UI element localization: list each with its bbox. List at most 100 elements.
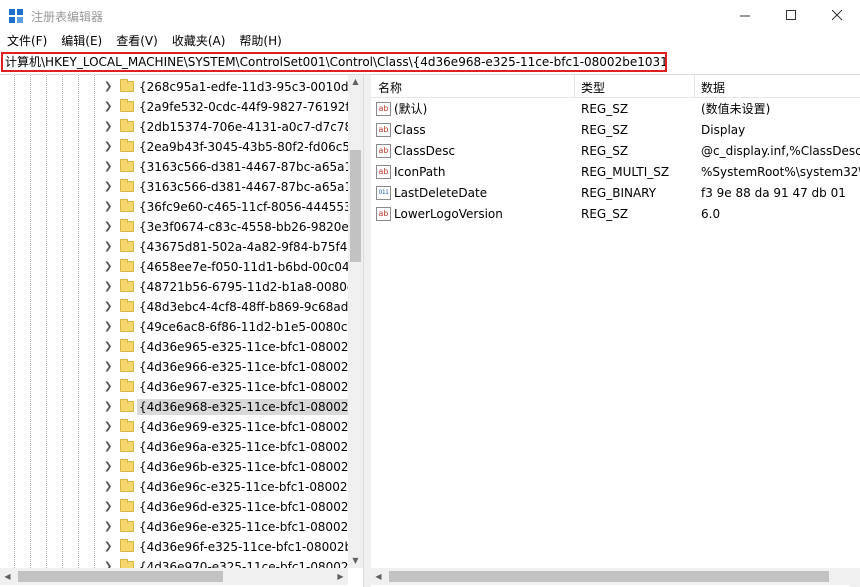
tree-item[interactable]: ❯ {4d36e96f-e325-11ce-bfc1-08002be10318} [0,537,348,557]
menu-file[interactable]: 文件(F) [0,31,54,52]
tree-item-label: {43675d81-502a-4a82-9f84-b75f418c5dea} [139,240,348,254]
tree-item[interactable]: ❯ {4d36e965-e325-11ce-bfc1-08002be10318} [0,337,348,357]
tree-item[interactable]: ❯ {4d36e96e-e325-11ce-bfc1-08002be10318} [0,517,348,537]
expand-arrow-icon[interactable]: ❯ [104,221,114,233]
tree-horizontal-scrollbar[interactable]: ◀ ▶ [0,568,348,585]
expand-arrow-icon[interactable]: ❯ [104,321,114,333]
scroll-down-arrow-icon[interactable]: ▼ [348,554,363,568]
value-row[interactable]: 011 LastDeleteDate REG_BINARY f3 9e 88 da 9… [371,183,860,204]
expand-arrow-icon[interactable]: ❯ [104,281,114,293]
tree-item-label: {4d36e968-e325-11ce-bfc1-08002be10318} [137,399,348,415]
folder-icon [120,139,134,152]
expand-arrow-icon[interactable]: ❯ [104,141,114,153]
column-type-header[interactable]: 类型 [581,79,605,96]
list-horizontal-scrollbar[interactable]: ◀ [371,568,860,585]
folder-icon [120,519,134,532]
expand-arrow-icon[interactable]: ❯ [104,561,114,568]
expand-arrow-icon[interactable]: ❯ [104,421,114,433]
values-list-pane[interactable]: 名称 类型 数据 ab (默认) REG_SZ (数值未设置) ab Class REG_S… [371,75,860,568]
tree-item[interactable]: ❯ {2a9fe532-0cdc-44f9-9827-76192f2ca2fb} [0,97,348,117]
maximize-button[interactable] [768,0,814,31]
column-name-header[interactable]: 名称 [378,79,402,96]
value-row[interactable]: ab ClassDesc REG_SZ @c_display.inf,%ClassDe… [371,141,860,162]
folder-icon [120,219,134,232]
expand-arrow-icon[interactable]: ❯ [104,121,114,133]
tree-item[interactable]: ❯ {4d36e966-e325-11ce-bfc1-08002be10318} [0,357,348,377]
address-bar[interactable]: 计算机\HKEY_LOCAL_MACHINE\SYSTEM\ControlSet… [1,52,667,72]
expand-arrow-icon[interactable]: ❯ [104,161,114,173]
tree-item[interactable]: ❯ {3163c566-d381-4467-87bc-a65a18d5b648} [0,157,348,177]
tree-item[interactable]: ❯ {4d36e968-e325-11ce-bfc1-08002be10318} [0,397,348,417]
title-bar: 注册表编辑器 [0,0,860,31]
tree-item-label: {49ce6ac8-6f86-11d2-b1e5-0080c72e74a2} [139,320,348,334]
minimize-icon [739,15,750,17]
expand-arrow-icon[interactable]: ❯ [104,361,114,373]
expand-arrow-icon[interactable]: ❯ [104,401,114,413]
expand-arrow-icon[interactable]: ❯ [104,481,114,493]
tree-item-label: {4d36e966-e325-11ce-bfc1-08002be10318} [139,360,348,374]
menu-favorites[interactable]: 收藏夹(A) [165,31,233,52]
expand-arrow-icon[interactable]: ❯ [104,81,114,93]
tree-item[interactable]: ❯ {49ce6ac8-6f86-11d2-b1e5-0080c72e74a2} [0,317,348,337]
tree-item[interactable]: ❯ {4d36e967-e325-11ce-bfc1-08002be10318} [0,377,348,397]
value-row[interactable]: ab IconPath REG_MULTI_SZ %SystemRoot%\syste… [371,162,860,183]
tree-item[interactable]: ❯ {4d36e970-e325-11ce-bfc1-08002be10318} [0,557,348,568]
tree-item[interactable]: ❯ {4d36e96d-e325-11ce-bfc1-08002be10318} [0,497,348,517]
tree-item[interactable]: ❯ {4d36e96a-e325-11ce-bfc1-08002be10318} [0,437,348,457]
folder-icon [120,439,134,452]
folder-icon [120,359,134,372]
menu-view[interactable]: 查看(V) [109,31,165,52]
column-data-header[interactable]: 数据 [701,79,725,96]
expand-arrow-icon[interactable]: ❯ [104,261,114,273]
string-value-icon: ab [376,207,391,221]
scroll-right-arrow-icon[interactable]: ▶ [333,568,348,585]
expand-arrow-icon[interactable]: ❯ [104,521,114,533]
value-data: (数值未设置) [701,102,771,116]
tree-item[interactable]: ❯ {3e3f0674-c83c-4558-bb26-9820e1eba5c5} [0,217,348,237]
folder-icon [120,159,134,172]
value-row[interactable]: ab LowerLogoVersion REG_SZ 6.0 [371,204,860,225]
scroll-up-arrow-icon[interactable]: ▲ [348,75,363,89]
scroll-thumb[interactable] [18,571,223,582]
scroll-thumb[interactable] [389,571,829,582]
column-separator[interactable] [694,75,695,97]
tree-item[interactable]: ❯ {4658ee7e-f050-11d1-b6bd-00c04fa372a7} [0,257,348,277]
column-separator[interactable] [574,75,575,97]
expand-arrow-icon[interactable]: ❯ [104,501,114,513]
expand-arrow-icon[interactable]: ❯ [104,381,114,393]
tree-vertical-scrollbar[interactable]: ▲ ▼ [348,75,363,568]
tree-item[interactable]: ❯ {268c95a1-edfe-11d3-95c3-0010dc4050a5} [0,77,348,97]
tree-item[interactable]: ❯ {43675d81-502a-4a82-9f84-b75f418c5dea} [0,237,348,257]
expand-arrow-icon[interactable]: ❯ [104,541,114,553]
scroll-thumb[interactable] [350,150,361,262]
expand-arrow-icon[interactable]: ❯ [104,181,114,193]
value-row[interactable]: ab (默认) REG_SZ (数值未设置) [371,99,860,120]
key-tree-pane[interactable]: ❯{268c95a1-edfe-11d3-95c3-0010dc4050a5}❯… [0,75,363,568]
expand-arrow-icon[interactable]: ❯ [104,441,114,453]
value-row[interactable]: ab Class REG_SZ Display [371,120,860,141]
expand-arrow-icon[interactable]: ❯ [104,201,114,213]
expand-arrow-icon[interactable]: ❯ [104,101,114,113]
menu-help[interactable]: 帮助(H) [232,31,288,52]
expand-arrow-icon[interactable]: ❯ [104,341,114,353]
regedit-app-icon [9,9,23,23]
tree-item[interactable]: ❯ {48d3ebc4-4cf8-48ff-b869-9c68ad42eb9f} [0,297,348,317]
minimize-button[interactable] [722,0,768,31]
expand-arrow-icon[interactable]: ❯ [104,301,114,313]
tree-item[interactable]: ❯ {36fc9e60-c465-11cf-8056-444553540000} [0,197,348,217]
close-button[interactable] [814,0,860,31]
scroll-left-arrow-icon[interactable]: ◀ [0,568,15,585]
tree-item[interactable]: ❯ {2ea9b43f-3045-43b5-80f2-fd06c55fbb90} [0,137,348,157]
tree-item[interactable]: ❯ {48721b56-6795-11d2-b1a8-0080c72e74a2} [0,277,348,297]
tree-item[interactable]: ❯ {4d36e96b-e325-11ce-bfc1-08002be10318} [0,457,348,477]
tree-item[interactable]: ❯ {2db15374-706e-4131-a0c7-d7c78eb0289a} [0,117,348,137]
expand-arrow-icon[interactable]: ❯ [104,461,114,473]
tree-item[interactable]: ❯ {4d36e969-e325-11ce-bfc1-08002be10318} [0,417,348,437]
menu-edit[interactable]: 编辑(E) [54,31,109,52]
tree-item-label: {2a9fe532-0cdc-44f9-9827-76192f2ca2fb} [139,100,348,114]
pane-splitter[interactable] [363,75,371,587]
expand-arrow-icon[interactable]: ❯ [104,241,114,253]
tree-item[interactable]: ❯ {3163c566-d381-4467-87bc-a65a18d5b649} [0,177,348,197]
tree-item[interactable]: ❯ {4d36e96c-e325-11ce-bfc1-08002be10318} [0,477,348,497]
scroll-left-arrow-icon[interactable]: ◀ [371,568,386,585]
